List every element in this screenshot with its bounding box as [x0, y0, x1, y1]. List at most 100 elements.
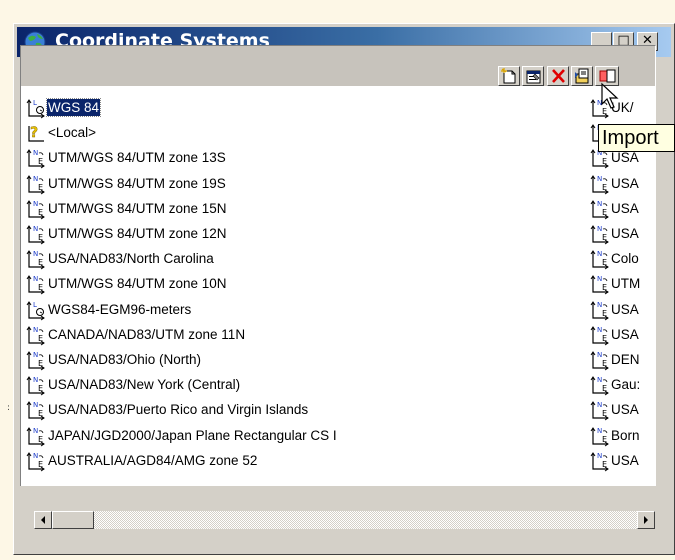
svg-text:N: N	[33, 376, 38, 384]
list-item[interactable]: N E UTM/WGS 84/UTM zone 15N	[21, 197, 561, 221]
latlong-icon: L	[25, 97, 47, 119]
svg-text:N: N	[33, 200, 38, 208]
list-item-right[interactable]: N E UTM	[581, 272, 655, 296]
toolbar	[20, 45, 656, 87]
scroll-right-button[interactable]	[637, 511, 655, 529]
list-item[interactable]: L WGS 84	[21, 96, 561, 120]
svg-text:N: N	[597, 275, 602, 283]
list-item[interactable]: N E USA/NAD83/Puerto Rico and Virgin Islan…	[21, 398, 561, 422]
svg-text:N: N	[597, 427, 602, 435]
svg-text:N: N	[597, 401, 602, 409]
northing-easting-icon: NE	[25, 223, 47, 245]
svg-text:E: E	[38, 384, 43, 393]
svg-text:E: E	[602, 334, 607, 343]
list-item-label: USA/NAD83/North Carolina	[48, 251, 214, 267]
svg-text:N: N	[33, 351, 38, 359]
list-item-right[interactable]: N E DEN	[581, 348, 655, 372]
svg-text:N: N	[33, 275, 38, 283]
list-item[interactable]: N E USA/NAD83/North Carolina	[21, 247, 561, 271]
northing-easting-icon: NE	[25, 173, 47, 195]
list-item-right[interactable]: N E USA	[581, 323, 655, 347]
list-item-label: JAPAN/JGD2000/Japan Plane Rectangular CS…	[48, 427, 337, 443]
list-item-right-label: Gau:	[611, 377, 641, 393]
list-item-right[interactable]: N E USA	[581, 197, 655, 221]
svg-text:N: N	[33, 452, 38, 460]
list-item-label: USA/NAD83/New York (Central)	[48, 377, 241, 393]
svg-text:E: E	[602, 384, 607, 393]
northing-easting-icon: NE	[589, 173, 611, 195]
list-item[interactable]: N E AUSTRALIA/AGD84/AMG zone 52	[21, 449, 561, 473]
latlong-icon: L	[25, 299, 47, 321]
svg-text:N: N	[33, 149, 38, 157]
import-icon	[575, 68, 589, 84]
properties-button[interactable]	[522, 66, 544, 86]
list-item-right-label: Colo	[611, 251, 639, 267]
svg-text:E: E	[602, 208, 607, 217]
arrow-right-icon	[644, 516, 648, 524]
list-item[interactable]: N E USA/NAD83/Ohio (North)	[21, 348, 561, 372]
delete-button[interactable]	[547, 66, 569, 86]
svg-text:E: E	[38, 258, 43, 267]
northing-easting-icon: NE	[589, 349, 611, 371]
northing-easting-icon: NE	[25, 198, 47, 220]
svg-text:E: E	[602, 409, 607, 418]
horizontal-scrollbar[interactable]	[34, 511, 655, 529]
list-item-right[interactable]: N E USA	[581, 172, 655, 196]
list-item-label: AUSTRALIA/AGD84/AMG zone 52	[48, 452, 258, 468]
list-item-right-label: USA	[611, 226, 639, 241]
scroll-thumb[interactable]	[52, 511, 94, 529]
delete-icon	[552, 69, 565, 83]
list-item[interactable]: N E UTM/WGS 84/UTM zone 19S	[21, 172, 561, 196]
svg-text:N: N	[597, 250, 602, 258]
list-item-right[interactable]: N E Born	[581, 424, 655, 448]
svg-text:?: ?	[30, 125, 38, 141]
import-tooltip: Import	[598, 124, 675, 152]
list-item-right-label: DEN	[611, 352, 640, 367]
coordinate-system-list[interactable]: L WGS 84? <Local> N E UTM/WGS 84/UTM zone 13S…	[20, 86, 656, 486]
list-item-label: USA/NAD83/Puerto Rico and Virgin Islands	[48, 402, 309, 418]
list-item-label: UTM/WGS 84/UTM zone 15N	[48, 200, 227, 216]
svg-text:N: N	[597, 225, 602, 233]
list-item-label: UTM/WGS 84/UTM zone 19S	[48, 175, 226, 191]
northing-easting-icon: NE	[25, 273, 47, 295]
mouse-cursor-icon	[601, 82, 619, 109]
list-item[interactable]: N E USA/NAD83/New York (Central)	[21, 373, 561, 397]
list-item[interactable]: N E UTM/WGS 84/UTM zone 10N	[21, 272, 561, 296]
svg-text:N: N	[597, 326, 602, 334]
list-item-right[interactable]: N E USA	[581, 449, 655, 473]
list-item-right-label: USA	[611, 452, 639, 468]
svg-text:N: N	[33, 250, 38, 258]
svg-text:E: E	[602, 435, 607, 444]
list-item-right-label: USA	[611, 175, 639, 191]
list-item-right[interactable]: N E Gau:	[581, 373, 655, 397]
list-item[interactable]: L WGS84-EGM96-meters	[21, 298, 561, 322]
svg-text:E: E	[602, 233, 607, 242]
list-item[interactable]: N E UTM/WGS 84/UTM zone 12N	[21, 222, 561, 246]
list-item-right[interactable]: N E USA	[581, 398, 655, 422]
svg-text:E: E	[602, 157, 607, 166]
list-item-right[interactable]: N E USA	[581, 298, 655, 322]
import-button[interactable]	[571, 66, 593, 86]
northing-easting-icon: NE	[25, 399, 47, 421]
svg-text:E: E	[602, 283, 607, 292]
northing-easting-icon: NE	[25, 349, 47, 371]
svg-text:N: N	[597, 175, 602, 183]
new-icon	[501, 68, 516, 84]
scroll-left-button[interactable]	[34, 511, 52, 529]
arrow-left-icon	[41, 516, 45, 524]
list-item-label: WGS 84	[45, 98, 102, 117]
list-item-label: CANADA/NAD83/UTM zone 11N	[48, 326, 246, 342]
list-item[interactable]: N E JAPAN/JGD2000/Japan Plane Rectangular …	[21, 424, 561, 448]
svg-text:E: E	[38, 233, 43, 242]
list-item-label: UTM/WGS 84/UTM zone 13S	[48, 150, 226, 166]
list-item-right[interactable]: N E Colo	[581, 247, 655, 271]
new-button[interactable]	[498, 66, 520, 86]
svg-text:E: E	[38, 359, 43, 368]
list-item-right-label: USA	[611, 301, 639, 317]
list-item-label: USA/NAD83/Ohio (North)	[48, 352, 202, 367]
northing-easting-icon: NE	[25, 147, 47, 169]
list-item[interactable]: N E UTM/WGS 84/UTM zone 13S	[21, 146, 561, 170]
list-item-right[interactable]: N E USA	[581, 222, 655, 246]
list-item[interactable]: ? <Local>	[21, 121, 561, 145]
list-item[interactable]: N E CANADA/NAD83/UTM zone 11N	[21, 323, 561, 347]
